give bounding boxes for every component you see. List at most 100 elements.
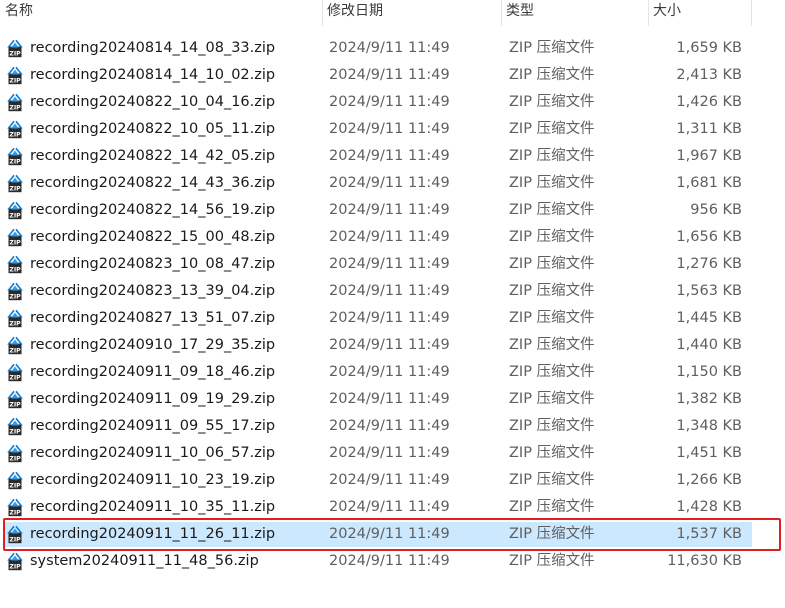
file-row[interactable]: ZIP recording20240822_15_00_48.zip 2024/… bbox=[0, 224, 785, 251]
zip-archive-icon: ZIP bbox=[5, 200, 25, 220]
file-type: ZIP 压缩文件 bbox=[509, 499, 595, 515]
svg-text:ZIP: ZIP bbox=[9, 483, 21, 490]
file-type: ZIP 压缩文件 bbox=[509, 418, 595, 434]
file-name: recording20240814_14_08_33.zip bbox=[30, 40, 276, 56]
zip-archive-icon: ZIP bbox=[5, 254, 25, 274]
file-row[interactable]: ZIP recording20240911_10_06_57.zip 2024/… bbox=[0, 440, 785, 467]
file-name: recording20240911_09_19_29.zip bbox=[30, 391, 276, 407]
svg-text:ZIP: ZIP bbox=[9, 159, 21, 166]
file-modified-date: 2024/9/11 11:49 bbox=[329, 499, 450, 515]
file-type: ZIP 压缩文件 bbox=[509, 337, 595, 353]
svg-text:ZIP: ZIP bbox=[9, 537, 21, 544]
file-size: 1,428 KB bbox=[676, 499, 742, 515]
zip-archive-icon: ZIP bbox=[5, 524, 25, 544]
file-row[interactable]: ZIP recording20240822_14_56_19.zip 2024/… bbox=[0, 197, 785, 224]
column-header-size[interactable]: 大小 bbox=[648, 0, 752, 26]
column-header-type[interactable]: 类型 bbox=[501, 0, 648, 26]
file-modified-date: 2024/9/11 11:49 bbox=[329, 526, 450, 542]
file-size: 1,445 KB bbox=[676, 310, 742, 326]
file-name: recording20240827_13_51_07.zip bbox=[30, 310, 276, 326]
svg-text:ZIP: ZIP bbox=[9, 132, 21, 139]
file-type: ZIP 压缩文件 bbox=[509, 364, 595, 380]
file-size: 1,967 KB bbox=[676, 148, 742, 164]
zip-archive-icon: ZIP bbox=[5, 362, 25, 382]
file-type: ZIP 压缩文件 bbox=[509, 310, 595, 326]
zip-archive-icon: ZIP bbox=[5, 416, 25, 436]
file-modified-date: 2024/9/11 11:49 bbox=[329, 148, 450, 164]
zip-archive-icon: ZIP bbox=[5, 497, 25, 517]
file-modified-date: 2024/9/11 11:49 bbox=[329, 418, 450, 434]
file-type: ZIP 压缩文件 bbox=[509, 445, 595, 461]
file-modified-date: 2024/9/11 11:49 bbox=[329, 175, 450, 191]
svg-text:ZIP: ZIP bbox=[9, 240, 21, 247]
file-row[interactable]: ZIP recording20240823_13_39_04.zip 2024/… bbox=[0, 278, 785, 305]
file-list: 名称 修改日期 类型 大小 ZIP recording20240814_14_0… bbox=[0, 0, 785, 608]
svg-text:ZIP: ZIP bbox=[9, 348, 21, 355]
file-modified-date: 2024/9/11 11:49 bbox=[329, 337, 450, 353]
file-size: 1,656 KB bbox=[676, 229, 742, 245]
zip-archive-icon: ZIP bbox=[5, 308, 25, 328]
file-name: recording20240822_15_00_48.zip bbox=[30, 229, 276, 245]
file-row[interactable]: ZIP recording20240911_10_23_19.zip 2024/… bbox=[0, 467, 785, 494]
zip-archive-icon: ZIP bbox=[5, 443, 25, 463]
file-row[interactable]: ZIP recording20240823_10_08_47.zip 2024/… bbox=[0, 251, 785, 278]
file-row[interactable]: ZIP recording20240911_09_18_46.zip 2024/… bbox=[0, 359, 785, 386]
file-type: ZIP 压缩文件 bbox=[509, 121, 595, 137]
svg-text:ZIP: ZIP bbox=[9, 402, 21, 409]
file-rows: ZIP recording20240814_14_08_33.zip 2024/… bbox=[0, 35, 785, 575]
file-type: ZIP 压缩文件 bbox=[509, 202, 595, 218]
file-row-selected[interactable]: ZIP recording20240911_11_26_11.zip 2024/… bbox=[0, 518, 785, 551]
file-row[interactable]: ZIP recording20240910_17_29_35.zip 2024/… bbox=[0, 332, 785, 359]
file-row[interactable]: ZIP recording20240911_10_35_11.zip 2024/… bbox=[0, 494, 785, 521]
file-type: ZIP 压缩文件 bbox=[509, 175, 595, 191]
svg-text:ZIP: ZIP bbox=[9, 105, 21, 112]
file-name: recording20240911_10_35_11.zip bbox=[30, 499, 276, 515]
file-row[interactable]: ZIP recording20240822_14_42_05.zip 2024/… bbox=[0, 143, 785, 170]
file-modified-date: 2024/9/11 11:49 bbox=[329, 256, 450, 272]
file-type: ZIP 压缩文件 bbox=[509, 94, 595, 110]
column-header-name[interactable]: 名称 bbox=[0, 0, 322, 26]
file-modified-date: 2024/9/11 11:49 bbox=[329, 364, 450, 380]
file-modified-date: 2024/9/11 11:49 bbox=[329, 121, 450, 137]
file-row[interactable]: ZIP recording20240822_14_43_36.zip 2024/… bbox=[0, 170, 785, 197]
file-size: 1,382 KB bbox=[676, 391, 742, 407]
file-row[interactable]: ZIP system20240911_11_48_56.zip 2024/9/1… bbox=[0, 548, 785, 575]
file-row[interactable]: ZIP recording20240911_09_19_29.zip 2024/… bbox=[0, 386, 785, 413]
file-size: 1,440 KB bbox=[676, 337, 742, 353]
file-name: recording20240910_17_29_35.zip bbox=[30, 337, 276, 353]
file-name: recording20240822_14_42_05.zip bbox=[30, 148, 276, 164]
column-header-date[interactable]: 修改日期 bbox=[322, 0, 501, 26]
zip-archive-icon: ZIP bbox=[5, 38, 25, 58]
file-row[interactable]: ZIP recording20240814_14_10_02.zip 2024/… bbox=[0, 62, 785, 89]
zip-archive-icon: ZIP bbox=[5, 65, 25, 85]
file-modified-date: 2024/9/11 11:49 bbox=[329, 445, 450, 461]
file-row[interactable]: ZIP recording20240822_10_04_16.zip 2024/… bbox=[0, 89, 785, 116]
file-size: 1,537 KB bbox=[676, 526, 742, 542]
file-size: 1,150 KB bbox=[676, 364, 742, 380]
file-modified-date: 2024/9/11 11:49 bbox=[329, 310, 450, 326]
svg-text:ZIP: ZIP bbox=[9, 375, 21, 382]
file-name: recording20240814_14_10_02.zip bbox=[30, 67, 276, 83]
file-modified-date: 2024/9/11 11:49 bbox=[329, 391, 450, 407]
file-name: recording20240823_10_08_47.zip bbox=[30, 256, 276, 272]
zip-archive-icon: ZIP bbox=[5, 551, 25, 571]
file-row[interactable]: ZIP recording20240814_14_08_33.zip 2024/… bbox=[0, 35, 785, 62]
zip-archive-icon: ZIP bbox=[5, 470, 25, 490]
file-size: 1,659 KB bbox=[676, 40, 742, 56]
file-row[interactable]: ZIP recording20240822_10_05_11.zip 2024/… bbox=[0, 116, 785, 143]
file-name: recording20240822_10_05_11.zip bbox=[30, 121, 276, 137]
file-name: system20240911_11_48_56.zip bbox=[30, 553, 259, 569]
file-type: ZIP 压缩文件 bbox=[509, 526, 595, 542]
file-modified-date: 2024/9/11 11:49 bbox=[329, 67, 450, 83]
file-type: ZIP 压缩文件 bbox=[509, 148, 595, 164]
file-row[interactable]: ZIP recording20240827_13_51_07.zip 2024/… bbox=[0, 305, 785, 332]
zip-archive-icon: ZIP bbox=[5, 173, 25, 193]
file-type: ZIP 压缩文件 bbox=[509, 67, 595, 83]
file-row[interactable]: ZIP recording20240911_09_55_17.zip 2024/… bbox=[0, 413, 785, 440]
svg-text:ZIP: ZIP bbox=[9, 510, 21, 517]
file-modified-date: 2024/9/11 11:49 bbox=[329, 202, 450, 218]
file-name: recording20240822_14_43_36.zip bbox=[30, 175, 276, 191]
file-type: ZIP 压缩文件 bbox=[509, 472, 595, 488]
file-type: ZIP 压缩文件 bbox=[509, 256, 595, 272]
file-type: ZIP 压缩文件 bbox=[509, 40, 595, 56]
